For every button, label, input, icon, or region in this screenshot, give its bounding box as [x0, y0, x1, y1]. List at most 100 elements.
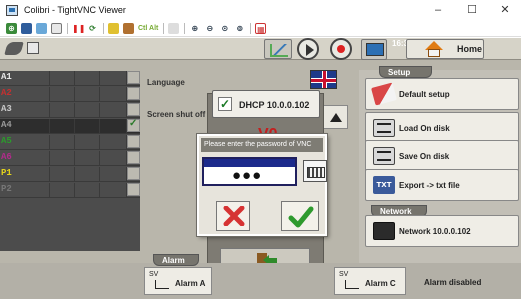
minimize-button[interactable]: –: [421, 0, 455, 20]
grid-cell: [75, 183, 100, 198]
toolbar-separator: [184, 22, 186, 34]
channel-label: P1: [1, 168, 12, 178]
fullscreen-icon[interactable]: ▦: [255, 22, 267, 34]
default-setup-label: Default setup: [399, 90, 450, 99]
channel-row[interactable]: A2: [0, 87, 140, 102]
channel-checkbox[interactable]: [127, 71, 140, 84]
home-button[interactable]: Home: [406, 39, 484, 59]
grid-cell: [28, 103, 50, 118]
refresh-icon[interactable]: ⟳: [87, 23, 98, 34]
close-button[interactable]: ✕: [488, 0, 521, 20]
send-keys-icon[interactable]: [168, 22, 180, 34]
menu-box-icon[interactable]: [27, 42, 39, 54]
zoom-in-icon[interactable]: ⊕: [189, 23, 200, 34]
grid-cell: [100, 103, 127, 118]
channel-row[interactable]: A3: [0, 103, 140, 118]
grid-cell: [75, 119, 100, 134]
monitor-button[interactable]: [361, 39, 387, 60]
scroll-up-button[interactable]: [323, 105, 348, 129]
alarm-section-title: Alarm: [153, 254, 199, 266]
channel-row[interactable]: A6: [0, 151, 140, 166]
network-button[interactable]: Network 10.0.0.102: [365, 215, 519, 247]
grid-cell: [100, 135, 127, 150]
disk-load-icon: [373, 119, 395, 137]
load-on-disk-label: Load On disk: [399, 124, 450, 133]
uk-flag-icon[interactable]: [310, 70, 337, 89]
password-mask: ●●●: [232, 167, 263, 184]
chat-icon[interactable]: [123, 22, 134, 34]
password-input[interactable]: ●●●: [202, 157, 297, 186]
toolbar-separator: [250, 22, 252, 34]
record-button[interactable]: [330, 38, 352, 60]
channel-label: P2: [1, 184, 12, 194]
channel-label: A4: [1, 120, 12, 130]
info-icon[interactable]: [51, 22, 62, 34]
zoom-out-icon[interactable]: ⊖: [204, 23, 215, 34]
alarm-status: Alarm disabled: [424, 278, 482, 287]
channel-checkbox[interactable]: [127, 87, 140, 100]
device-logo-icon: [4, 42, 24, 55]
network-icon: [373, 222, 395, 240]
alarm-a-label: Alarm A: [175, 279, 206, 288]
channel-row[interactable]: A1: [0, 71, 140, 86]
file-transfer-icon[interactable]: [108, 22, 119, 34]
grid-cell: [75, 87, 100, 102]
chart-view-button[interactable]: [264, 39, 292, 59]
grid-cell: [100, 151, 127, 166]
grid-cell: [75, 71, 100, 86]
channel-checkbox[interactable]: [127, 167, 140, 180]
default-setup-button[interactable]: Default setup: [365, 78, 519, 110]
alarm-a-button[interactable]: SV Alarm A: [144, 267, 212, 295]
keyboard-button[interactable]: [303, 160, 327, 182]
save-on-disk-button[interactable]: Save On disk: [365, 140, 519, 172]
dhcp-toggle[interactable]: ✓ DHCP 10.0.0.102: [212, 90, 320, 118]
home-label: Home: [457, 44, 483, 54]
grid-cell: [100, 71, 127, 86]
channel-label: A6: [1, 152, 12, 162]
grid-cell: [28, 183, 50, 198]
sv-label: SV: [339, 271, 349, 278]
grid-cell: [28, 71, 50, 86]
alarm-c-label: Alarm C: [365, 279, 396, 288]
dhcp-checkbox[interactable]: ✓: [218, 97, 232, 111]
cancel-button[interactable]: [216, 201, 250, 231]
home-icon-body: [428, 49, 440, 57]
channel-row[interactable]: P1: [0, 167, 140, 182]
zoom-fit-icon[interactable]: ⊚: [234, 23, 245, 34]
options-icon[interactable]: [36, 22, 47, 34]
channel-row[interactable]: P2: [0, 183, 140, 198]
save-icon[interactable]: [21, 22, 32, 34]
grid-cell: [75, 135, 100, 150]
ctrl-alt-del-button[interactable]: Ctl Alt: [138, 25, 158, 32]
setpoint-icon: [345, 280, 359, 289]
channel-checkbox[interactable]: [127, 183, 140, 196]
eraser-icon: [371, 82, 397, 106]
grid-cell: [50, 183, 75, 198]
grid-cell: [28, 135, 50, 150]
export-txt-button[interactable]: TXT Export -> txt file: [365, 169, 519, 201]
pause-icon[interactable]: ❚❚: [72, 23, 85, 34]
channel-checkbox[interactable]: [127, 135, 140, 148]
toolbar-separator: [163, 22, 165, 34]
grid-cell: [50, 151, 75, 166]
channel-checkbox[interactable]: ✓: [127, 118, 140, 132]
window-titlebar: Colibri - TightVNC Viewer – ☐ ✕: [0, 0, 521, 20]
ok-check-icon: [288, 206, 314, 228]
play-button[interactable]: [297, 38, 319, 60]
new-connection-icon[interactable]: ⊕: [6, 22, 17, 34]
channel-checkbox[interactable]: [127, 103, 140, 116]
vnc-toolbar: ⊕ ❚❚ ⟳ Ctl Alt ⊕ ⊖ ⊙ ⊚ ▦: [0, 20, 521, 37]
maximize-button[interactable]: ☐: [455, 0, 489, 20]
alarm-c-button[interactable]: SV Alarm C: [334, 267, 406, 295]
channel-checkbox[interactable]: [127, 151, 140, 164]
toolbar-separator: [67, 22, 68, 34]
channel-row[interactable]: A5: [0, 135, 140, 150]
grid-cell: [28, 87, 50, 102]
network-label: Network 10.0.0.102: [399, 227, 471, 236]
password-input-header: [204, 159, 295, 167]
language-label: Language: [147, 78, 185, 87]
ok-button[interactable]: [281, 201, 319, 231]
zoom-100-icon[interactable]: ⊙: [219, 23, 230, 34]
window-title: Colibri - TightVNC Viewer: [24, 5, 126, 15]
channel-row[interactable]: A4 ✓: [0, 118, 140, 134]
